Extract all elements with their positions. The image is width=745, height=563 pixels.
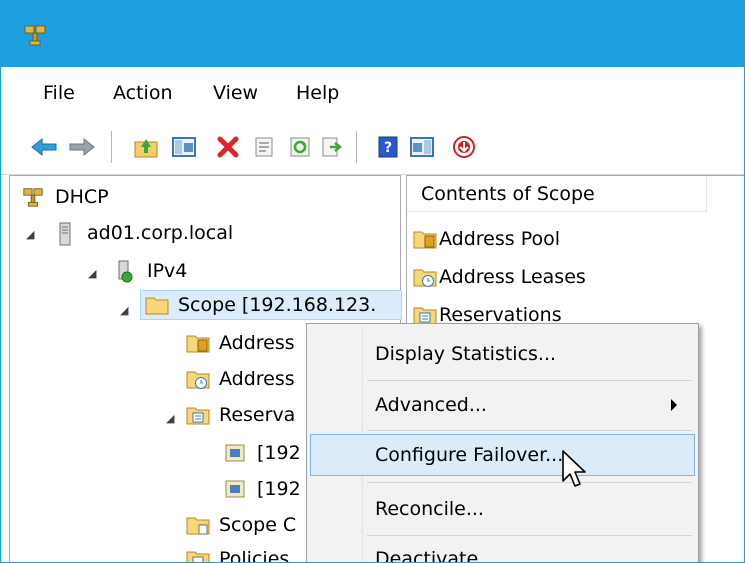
menu-separator <box>367 535 692 536</box>
help-icon[interactable]: ? <box>371 130 405 164</box>
menu-file[interactable]: File <box>41 80 77 106</box>
menu-separator <box>367 482 692 483</box>
menu-help[interactable]: Help <box>294 80 341 106</box>
mouse-pointer-icon <box>562 450 586 487</box>
tree-item-scope-options[interactable]: Scope C <box>186 510 299 540</box>
toolbar: ? <box>1 119 744 175</box>
tree-item-address-pool[interactable]: Address <box>186 328 298 358</box>
menu-action[interactable]: Action <box>111 80 175 106</box>
toolbar-separator <box>356 131 357 163</box>
tree-label: [192 <box>257 442 301 464</box>
tree-item-scope[interactable]: Scope [192.168.123. <box>140 290 402 320</box>
address-leases-icon <box>186 368 210 390</box>
tree-label: Address <box>219 368 295 390</box>
tree-item-reservation[interactable]: [192 <box>224 474 304 504</box>
tree-label: DHCP <box>55 186 109 208</box>
menu-item-configure-failover[interactable]: Configure Failover... <box>310 434 695 476</box>
server-icon <box>54 222 76 246</box>
deactivate-icon[interactable] <box>447 130 481 164</box>
address-pool-icon <box>413 228 437 250</box>
reservation-icon <box>224 478 246 500</box>
menu-item-deactivate[interactable]: Deactivate <box>310 538 695 562</box>
policies-icon <box>186 548 210 562</box>
properties-icon[interactable] <box>247 130 281 164</box>
dhcp-icon <box>22 186 44 208</box>
tree-label: Scope [192.168.123. <box>178 294 377 316</box>
reservation-icon <box>224 442 246 464</box>
collapse-triangle-icon[interactable]: ◢ <box>88 267 96 280</box>
tree-item-server[interactable]: ad01.corp.local <box>54 218 236 248</box>
list-item-address-leases[interactable]: Address Leases <box>413 260 586 294</box>
dhcp-console-window: File Action View Help ? DHCP ◢ ad01.corp… <box>0 0 745 563</box>
menu-item-reconcile[interactable]: Reconcile... <box>310 488 695 530</box>
context-menu: Display Statistics... Advanced... Config… <box>306 323 699 562</box>
tree-label: Policies <box>219 548 290 563</box>
submenu-arrow-icon <box>671 399 677 411</box>
ipv4-icon <box>114 260 136 283</box>
address-pool-icon <box>186 332 210 354</box>
dhcp-icon[interactable] <box>23 23 47 47</box>
column-header[interactable]: Contents of Scope <box>407 176 707 212</box>
tree-label: [192 <box>257 478 301 500</box>
show-hide-tree-icon[interactable] <box>167 130 201 164</box>
up-folder-icon[interactable] <box>129 130 163 164</box>
title-bar <box>1 1 744 67</box>
menu-view[interactable]: View <box>211 80 260 106</box>
action-pane-icon[interactable] <box>405 130 439 164</box>
menu-separator <box>367 380 692 381</box>
tree-label: IPv4 <box>147 260 188 282</box>
svg-text:?: ? <box>384 140 392 156</box>
menu-item-display-statistics[interactable]: Display Statistics... <box>310 333 695 375</box>
tree-item-dhcp[interactable]: DHCP <box>22 182 112 212</box>
reservations-icon <box>186 404 210 426</box>
address-leases-icon <box>413 266 437 288</box>
tree-label: Reserva <box>219 404 296 426</box>
tree-label: Scope C <box>219 514 297 536</box>
list-item-label: Address Leases <box>439 266 586 288</box>
folder-icon <box>145 294 169 316</box>
list-item-address-pool[interactable]: Address Pool <box>413 222 560 256</box>
tree-item-address-leases[interactable]: Address <box>186 364 298 394</box>
tree-item-reservation[interactable]: [192 <box>224 438 304 468</box>
tree-item-policies[interactable]: Policies <box>186 544 292 563</box>
toolbar-separator <box>111 131 112 163</box>
menu-item-label: Advanced... <box>375 394 487 416</box>
menu-bar: File Action View Help <box>1 67 744 119</box>
tree-label: Address <box>219 332 295 354</box>
menu-separator <box>367 430 692 431</box>
export-list-icon[interactable] <box>315 130 349 164</box>
tree-item-ipv4[interactable]: IPv4 <box>114 256 190 286</box>
forward-arrow-icon[interactable] <box>65 130 99 164</box>
menu-item-advanced[interactable]: Advanced... <box>310 384 695 426</box>
delete-icon[interactable] <box>211 130 245 164</box>
scope-options-icon <box>186 514 210 536</box>
collapse-triangle-icon[interactable]: ◢ <box>26 228 34 241</box>
tree-item-reservations[interactable]: Reserva <box>186 400 298 430</box>
collapse-triangle-icon[interactable]: ◢ <box>166 412 174 425</box>
tree-label: ad01.corp.local <box>87 222 234 244</box>
collapse-triangle-icon[interactable]: ◢ <box>120 304 128 317</box>
list-item-label: Address Pool <box>439 228 561 250</box>
refresh-icon[interactable] <box>283 130 317 164</box>
back-arrow-icon[interactable] <box>27 130 61 164</box>
